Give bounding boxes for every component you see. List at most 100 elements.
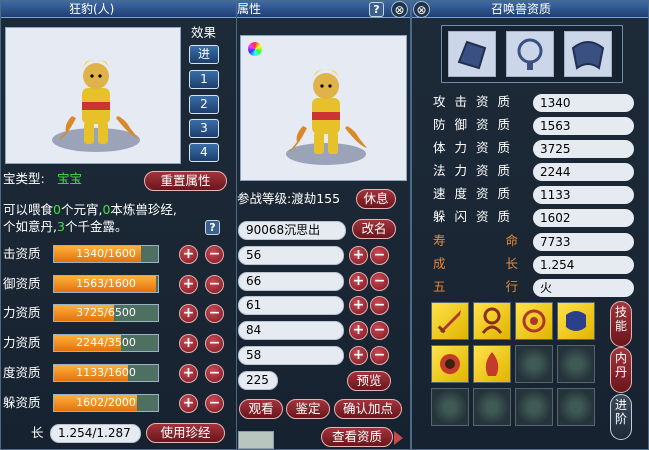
skill-slot-empty[interactable] [431, 388, 469, 426]
attr-value-defense: 1563 [533, 117, 634, 135]
bar-value: 1602/2000 [76, 396, 136, 409]
reset-attributes-button[interactable]: 重置属性 [144, 171, 227, 191]
decrease-attack-button[interactable]: − [205, 245, 224, 264]
aptitude-label-defense: 御资质 [3, 276, 41, 291]
stat-field-2: 66 [238, 272, 344, 291]
equipment-slot-2[interactable] [506, 31, 554, 77]
attr-label-defense: 防御资质 [433, 117, 520, 132]
confirm-points-button[interactable]: 确认加点 [334, 399, 402, 419]
summon-aptitude-title: 召唤兽资质 [491, 2, 552, 16]
decrease-health-button[interactable]: − [205, 304, 224, 323]
close-icon[interactable]: ⊗ [413, 1, 430, 18]
increase-stat-4-button[interactable]: + [349, 321, 368, 340]
rest-button[interactable]: 休息 [356, 189, 396, 209]
stat-field-5: 58 [238, 346, 344, 365]
observe-button[interactable]: 观看 [239, 399, 283, 419]
attr-value-lifespan: 7733 [533, 233, 634, 251]
decrease-dodge-button[interactable]: − [205, 394, 224, 413]
close-icon[interactable]: ⊗ [391, 1, 408, 18]
help-icon[interactable]: ? [205, 220, 220, 235]
equipment-slot-1[interactable] [448, 31, 496, 77]
equipment-slot-3[interactable] [564, 31, 612, 77]
attr-value-element: 火 [533, 279, 634, 297]
decrease-defense-button[interactable]: − [205, 275, 224, 294]
effect-label: 效果 [191, 25, 217, 40]
pet-name-input[interactable]: 90068沉思出 [238, 221, 346, 240]
preview-button[interactable]: 预览 [347, 371, 391, 391]
effect-button-1[interactable]: 1 [189, 70, 219, 89]
skill-slot-6[interactable] [473, 345, 511, 383]
aptitude-bar-mana: 2244/3500 [53, 334, 159, 352]
pet-type-label: 宝类型: [3, 171, 45, 186]
increase-mana-button[interactable]: + [179, 334, 198, 353]
decrease-stat-3-button[interactable]: − [370, 296, 389, 315]
remaining-points: 225 [238, 371, 278, 390]
skill-slot-5[interactable] [431, 345, 469, 383]
color-wheel-icon[interactable] [248, 42, 262, 56]
effect-button-3[interactable]: 3 [189, 119, 219, 138]
stat-field-1: 56 [238, 246, 344, 265]
help-icon[interactable]: ? [369, 2, 384, 17]
skill-slot-empty[interactable] [473, 388, 511, 426]
attr-label-speed: 速度资质 [433, 186, 520, 201]
skill-slot-4[interactable] [557, 302, 595, 340]
attr-value-health: 3725 [533, 140, 634, 158]
pet-figure [52, 59, 140, 152]
skill-slot-1[interactable] [431, 302, 469, 340]
summon-aptitude-window: 召唤兽资质 ⊗ 攻击资质 1340 防御资质 1563 体力资质 3725 法力… [411, 0, 649, 450]
decrease-stat-4-button[interactable]: − [370, 321, 389, 340]
feed-info-line1: 可以喂食0个元宵,0本炼兽珍经, [3, 202, 177, 217]
skill-slot-2[interactable] [473, 302, 511, 340]
decrease-stat-2-button[interactable]: − [370, 272, 389, 291]
aptitude-bar-speed: 1133/1600 [53, 364, 159, 382]
effect-button-2[interactable]: 2 [189, 95, 219, 114]
sword-skill-icon [437, 310, 461, 334]
tab-advance[interactable]: 进阶 [610, 394, 632, 440]
attr-value-growth: 1.254 [533, 256, 634, 274]
skill-slot-empty[interactable] [515, 345, 553, 383]
increase-stat-2-button[interactable]: + [349, 272, 368, 291]
increase-stat-3-button[interactable]: + [349, 296, 368, 315]
bar-value: 1133/1600 [76, 366, 136, 379]
increase-attack-button[interactable]: + [179, 245, 198, 264]
skill-slot-empty[interactable] [515, 388, 553, 426]
use-book-button[interactable]: 使用珍经 [146, 423, 225, 443]
pet-figure [286, 69, 367, 165]
view-aptitude-button[interactable]: 查看资质 [321, 427, 393, 447]
decrease-stat-1-button[interactable]: − [370, 246, 389, 265]
pet-preview [240, 35, 407, 181]
increase-health-button[interactable]: + [179, 304, 198, 323]
tab-inner-core[interactable]: 内丹 [610, 347, 632, 393]
bar-value: 3725/6500 [76, 306, 136, 319]
aptitude-label-mana: 力资质 [3, 335, 41, 350]
decrease-mana-button[interactable]: − [205, 334, 224, 353]
appraise-button[interactable]: 鉴定 [286, 399, 330, 419]
tab-skills[interactable]: 技能 [610, 301, 632, 347]
aptitude-bar-health: 3725/6500 [53, 304, 159, 322]
aptitude-label-speed: 度资质 [3, 365, 41, 380]
empty-field [238, 431, 274, 449]
increase-speed-button[interactable]: + [179, 364, 198, 383]
aptitude-label-health: 力资质 [3, 305, 41, 320]
decrease-speed-button[interactable]: − [205, 364, 224, 383]
cloak-icon [571, 41, 605, 70]
figure-skill-icon [481, 307, 503, 334]
bar-value: 1563/1600 [76, 277, 136, 290]
attribute-title: 属性 [237, 2, 262, 16]
decrease-stat-5-button[interactable]: − [370, 346, 389, 365]
skill-slot-empty[interactable] [557, 345, 595, 383]
aptitude-bar-defense: 1563/1600 [53, 275, 159, 293]
increase-defense-button[interactable]: + [179, 275, 198, 294]
skill-slot-empty[interactable] [557, 388, 595, 426]
title-bar [237, 1, 410, 18]
increase-dodge-button[interactable]: + [179, 394, 198, 413]
effect-button-advance[interactable]: 进 [189, 45, 219, 64]
arrow-right-icon [394, 431, 403, 445]
stat-field-4: 84 [238, 321, 344, 340]
increase-stat-5-button[interactable]: + [349, 346, 368, 365]
armor-piece-icon [457, 40, 487, 70]
increase-stat-1-button[interactable]: + [349, 246, 368, 265]
skill-slot-3[interactable] [515, 302, 553, 340]
effect-button-4[interactable]: 4 [189, 143, 219, 162]
rename-button[interactable]: 改名 [352, 219, 396, 239]
